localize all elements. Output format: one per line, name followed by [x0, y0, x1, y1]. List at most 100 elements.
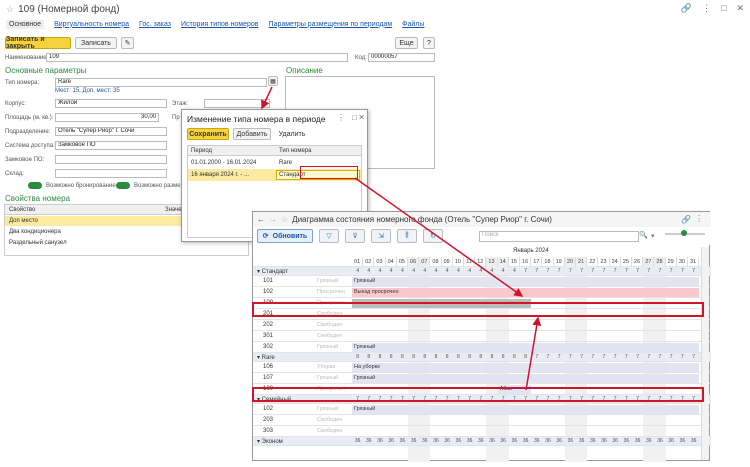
more-button[interactable]: Еще — [395, 37, 418, 49]
booking-bar[interactable]: Грязный — [352, 405, 700, 414]
rotate-icon[interactable]: ↻ — [423, 229, 443, 243]
room-status: Свободен — [317, 417, 343, 423]
room-row[interactable]: 302 Грязный Грязный — [253, 342, 711, 353]
placement-toggle[interactable] — [116, 182, 130, 189]
dialog-add-button[interactable]: Добавить — [233, 128, 271, 140]
room-number: 106 — [263, 364, 274, 370]
prop-name: Два кондиционера — [9, 229, 61, 235]
tab-main[interactable]: Основное — [6, 19, 45, 29]
group-count: 36 — [500, 438, 506, 444]
save-close-button[interactable]: Записать и закрыть — [5, 36, 71, 50]
tab-type-history[interactable]: История типов номеров — [181, 21, 259, 28]
room-type-input[interactable]: Rare — [55, 78, 267, 87]
group-row[interactable]: ▾ Эконом 36 36 36 36 36 36 36 36 36 36 36 36 36 36 36 36… — [253, 437, 711, 446]
search-input[interactable]: Поиск — [479, 231, 639, 242]
link-icon[interactable]: 🔗 — [681, 3, 692, 14]
room-row[interactable]: 202 Свободен — [253, 320, 711, 331]
group-count: 36 — [522, 438, 529, 444]
help-button[interactable]: ? — [423, 37, 435, 49]
tab-virtuality[interactable]: Виртуальность номера — [54, 21, 129, 28]
code-input[interactable]: 00000057 — [368, 53, 435, 62]
area-input[interactable]: 30,00 — [55, 113, 159, 122]
menu-icon[interactable]: ⋮ — [702, 3, 711, 14]
building-input[interactable]: Жилой — [55, 99, 167, 108]
dropdown-icon[interactable]: ▾ — [651, 232, 655, 240]
room-row[interactable]: 203 Свободен — [253, 415, 711, 426]
day-header: 12 — [475, 257, 487, 267]
warehouse-input[interactable] — [55, 169, 167, 178]
day-header: 04 — [386, 257, 397, 267]
group-count: 7 — [647, 268, 651, 274]
day-header: 31 — [688, 257, 700, 267]
room-number: 202 — [263, 322, 274, 328]
favorite-star-icon[interactable]: ☆ — [281, 215, 288, 224]
link-icon[interactable]: 🔗 — [681, 215, 691, 224]
period-col-header: Период — [191, 148, 213, 154]
group-row[interactable]: ▾ Rare 8 8 8 8 8 8 8 8 8 8 8 8 8 8 8 8 7 7 7 7 7 7 7 7 7 7 7 7 7 7 7 — [253, 353, 711, 362]
room-row[interactable]: 102 Грязный Грязный — [253, 404, 711, 415]
room-row[interactable]: 303 Свободен — [253, 426, 711, 437]
floor-input[interactable] — [204, 99, 270, 108]
room-row[interactable]: 107 Грязный Грязный — [253, 373, 711, 384]
tab-files[interactable]: Файлы — [402, 21, 424, 28]
back-icon[interactable]: ← — [257, 215, 265, 224]
vertical-scrollbar[interactable] — [701, 247, 709, 460]
group-row[interactable]: ▾ Стандарт 4 4 4 4 4 4 4 4 4 4 4 4 4 4 4 7 7 7 7 7 7 7 7 7 7 7 7 7 7 7… — [253, 267, 711, 276]
refresh-button[interactable]: ⟳ Обновить — [257, 229, 313, 243]
month-label: Январь 2024 — [513, 248, 549, 254]
area-extra-label: Пр — [172, 115, 180, 121]
filter-clear-icon[interactable]: ⊽ — [345, 229, 365, 243]
room-row[interactable]: 301 Свободен — [253, 331, 711, 342]
maximize-icon[interactable]: □ — [721, 3, 726, 14]
group-count: 7 — [569, 268, 572, 274]
day-header: 10 — [453, 257, 464, 267]
tab-gov-order[interactable]: Гос. заказ — [139, 21, 171, 28]
zoom-slider-thumb[interactable] — [681, 230, 687, 236]
dialog-delete-button[interactable]: Удалить — [275, 128, 309, 140]
group-count: 7 — [602, 354, 606, 360]
room-row[interactable]: 106 Уборка На уборке — [253, 362, 711, 373]
close-icon[interactable]: ✕ — [358, 113, 365, 122]
tab-placement-params[interactable]: Параметры размещения по периодам — [269, 21, 393, 28]
room-number: 101 — [263, 278, 274, 284]
filter-icon[interactable]: ▽ — [319, 229, 339, 243]
group-count: 4 — [513, 268, 516, 274]
calendar-icon[interactable]: ▦ — [268, 76, 278, 86]
booking-bar[interactable]: Грязный — [352, 277, 700, 286]
diagram-toolbar: ⟳ Обновить ▽ ⊽ ⇲ ⫼ ↻ Поиск 🔍 ▾ — [253, 227, 711, 245]
save-button[interactable]: Записать — [75, 37, 117, 49]
name-input[interactable]: 109 — [46, 53, 348, 62]
columns-icon[interactable]: ⫼ — [397, 229, 417, 243]
month-header-row: Январь 2024 — [253, 247, 711, 257]
lock-input[interactable] — [55, 155, 167, 164]
room-row[interactable]: 101 Грязный Грязный — [253, 276, 711, 287]
access-input[interactable]: Замковое ПО — [55, 141, 167, 150]
booking-bar[interactable]: Грязный — [352, 374, 700, 383]
places-info[interactable]: Мест: 15, Доп. мест: 35 — [55, 88, 120, 94]
department-input[interactable]: Отель "Супер Риор" г. Сочи — [55, 127, 167, 136]
prop-col-header: Свойство — [9, 207, 36, 213]
group-count: 7 — [681, 354, 684, 360]
menu-icon[interactable]: ⋮ — [337, 113, 345, 122]
room-row[interactable]: 102 Просрочен Выезд просрочен — [253, 287, 711, 298]
edit-icon[interactable]: ✎ — [121, 37, 134, 49]
group-count: 7 — [580, 354, 583, 360]
booking-toggle[interactable] — [28, 182, 42, 189]
menu-icon[interactable]: ⋮ — [695, 214, 703, 223]
group-count: 36 — [478, 438, 484, 444]
description-heading: Описание — [286, 66, 323, 75]
day-header: 07 — [419, 257, 431, 267]
booking-bar[interactable]: Выезд просрочен — [352, 288, 700, 297]
export-icon[interactable]: ⇲ — [371, 229, 391, 243]
search-icon[interactable]: 🔍 — [639, 231, 648, 239]
group-count: 7 — [658, 268, 662, 274]
favorite-star-icon[interactable]: ☆ — [6, 4, 14, 15]
close-icon[interactable]: ✕ — [736, 3, 744, 14]
group-count: 4 — [479, 268, 483, 274]
booking-bar[interactable]: На уборке — [352, 363, 700, 372]
booking-bar[interactable]: Грязный — [352, 343, 700, 352]
maximize-icon[interactable]: □ — [352, 113, 357, 122]
forward-icon[interactable]: → — [269, 215, 277, 224]
dialog-save-button[interactable]: Сохранить — [187, 128, 229, 140]
group-count: 7 — [569, 354, 572, 360]
